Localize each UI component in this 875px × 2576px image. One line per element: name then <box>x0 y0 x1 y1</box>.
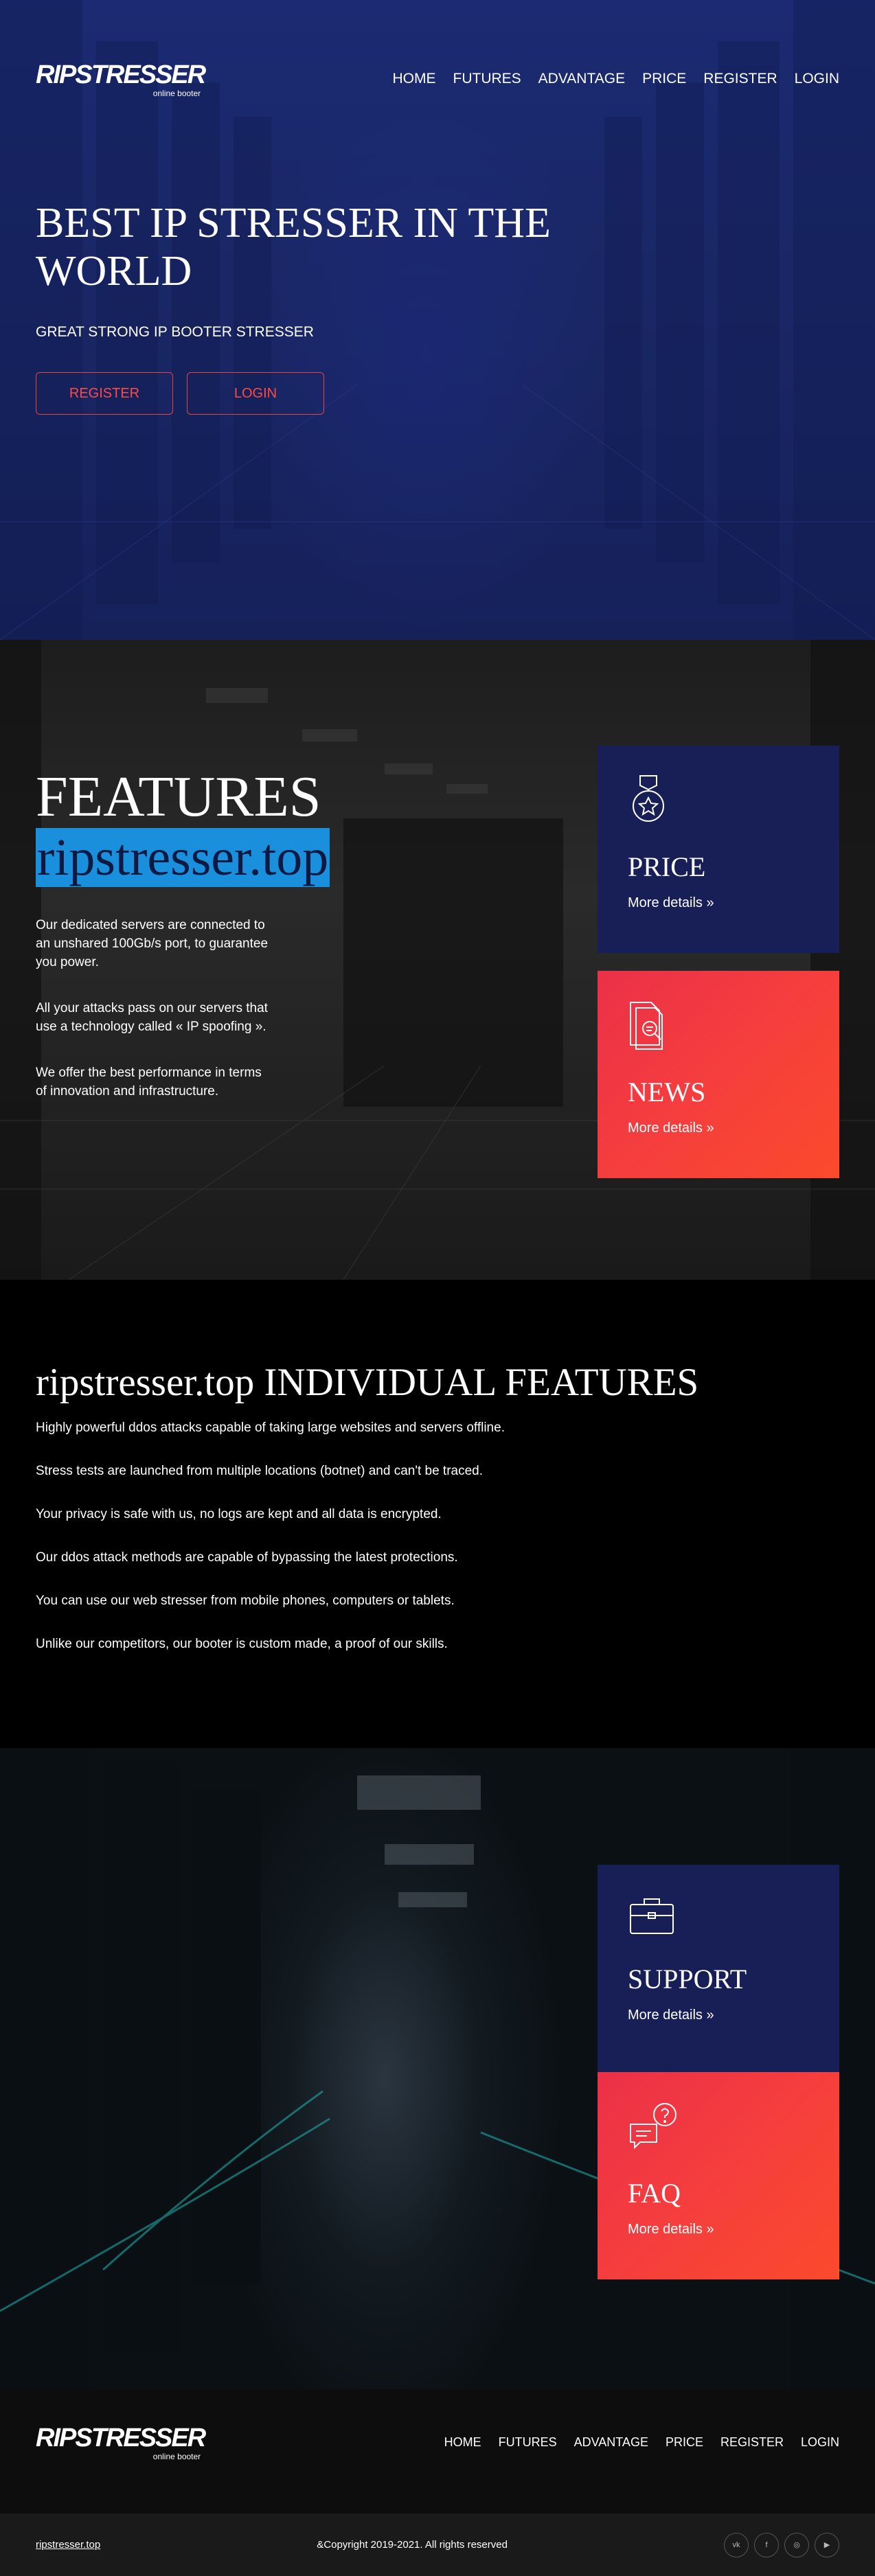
top-navigation: RIPSTRESSER online booter HOME FUTURES A… <box>0 0 875 158</box>
features-section: FEATURES ripstresser.top Our dedicated s… <box>0 640 875 1280</box>
list-item: Highly powerful ddos attacks capable of … <box>36 1421 505 1435</box>
faq-more-link[interactable]: More details » <box>628 2222 809 2238</box>
features-paragraph: We offer the best performance in terms o… <box>36 1066 262 1099</box>
list-item: Unlike our competitors, our booter is cu… <box>36 1637 448 1651</box>
document-search-icon <box>630 1002 663 1050</box>
logo-text: RIPSTRESSER <box>36 2424 206 2452</box>
briefcase-icon <box>630 1898 674 1934</box>
hero-title: BEST IP STRESSER IN THE WORLD <box>36 200 551 295</box>
support-more-link[interactable]: More details » <box>628 2008 809 2023</box>
features-paragraph: All your attacks pass on our servers tha… <box>36 1001 268 1034</box>
nav-home[interactable]: HOME <box>393 71 436 87</box>
support-section: SUPPORT More details » FAQ More details … <box>0 1748 875 2389</box>
site-link[interactable]: ripstresser.top <box>36 2539 100 2551</box>
footer-menu: HOME FUTURES ADVANTAGE PRICE REGISTER LO… <box>444 2435 839 2450</box>
faq-card-title: FAQ <box>628 2178 681 2209</box>
hero-content: BEST IP STRESSER IN THE WORLD GREAT STRO… <box>36 199 585 415</box>
hero-section: RIPSTRESSER online booter HOME FUTURES A… <box>0 0 875 640</box>
footer-row: RIPSTRESSER online booter HOME FUTURES A… <box>36 2424 839 2461</box>
nav-price[interactable]: PRICE <box>642 71 686 87</box>
features-domain-highlight: ripstresser.top <box>36 828 330 887</box>
hero-buttons: REGISTER LOGIN <box>36 372 585 415</box>
news-card[interactable]: NEWS More details » <box>598 971 839 1178</box>
copyright-text: &Copyright 2019-2021. All rights reserve… <box>317 2539 508 2551</box>
price-card[interactable]: PRICE More details » <box>598 746 839 953</box>
nav-register[interactable]: REGISTER <box>703 71 777 87</box>
individual-features-heading: ripstresser.top INDIVIDUAL FEATURES <box>36 1361 699 1404</box>
support-card[interactable]: SUPPORT More details » <box>598 1865 839 2072</box>
news-more-link[interactable]: More details » <box>628 1120 809 1136</box>
nav-advantage[interactable]: ADVANTAGE <box>538 71 625 87</box>
news-card-title: NEWS <box>628 1077 706 1107</box>
list-item: Your privacy is safe with us, no logs ar… <box>36 1507 442 1521</box>
footer-nav-advantage[interactable]: ADVANTAGE <box>574 2435 648 2450</box>
logo-tagline: online booter <box>152 2452 201 2461</box>
nav-futures[interactable]: FUTURES <box>453 71 521 87</box>
list-item: Our ddos attack methods are capable of b… <box>36 1550 458 1565</box>
list-item: Stress tests are launched from multiple … <box>36 1464 484 1478</box>
features-paragraph: Our dedicated servers are connected to a… <box>36 918 269 969</box>
award-badge-icon <box>633 775 664 822</box>
footer-nav-futures[interactable]: FUTURES <box>499 2435 557 2450</box>
social-links: vk f ◎ ▶ <box>724 2532 839 2557</box>
price-more-link[interactable]: More details » <box>628 895 809 911</box>
vk-icon[interactable]: vk <box>724 2532 749 2557</box>
chat-question-icon <box>630 2103 677 2150</box>
individual-features-list: Highly powerful ddos attacks capable of … <box>36 1420 839 1653</box>
footer-logo[interactable]: RIPSTRESSER online booter <box>36 2424 206 2461</box>
footer: RIPSTRESSER online booter HOME FUTURES A… <box>0 2389 875 2514</box>
support-card-title: SUPPORT <box>628 1964 747 1994</box>
hero-subtitle: GREAT STRONG IP BOOTER STRESSER <box>36 324 314 340</box>
features-heading: FEATURES <box>36 765 321 829</box>
logo[interactable]: RIPSTRESSER online booter <box>36 60 206 98</box>
footer-bottom-bar: ripstresser.top &Copyright 2019-2021. Al… <box>0 2514 875 2576</box>
logo-tagline: online booter <box>152 88 201 98</box>
youtube-icon[interactable]: ▶ <box>815 2532 839 2557</box>
list-item: You can use our web stresser from mobile… <box>36 1594 455 1608</box>
nav-login[interactable]: LOGIN <box>795 71 839 87</box>
price-card-title: PRICE <box>628 851 706 882</box>
facebook-icon[interactable]: f <box>754 2532 779 2557</box>
logo-text: RIPSTRESSER <box>36 60 206 89</box>
footer-nav-price[interactable]: PRICE <box>666 2435 703 2450</box>
faq-card[interactable]: FAQ More details » <box>598 2072 839 2279</box>
register-button[interactable]: REGISTER <box>36 372 173 415</box>
footer-nav-register[interactable]: REGISTER <box>720 2435 784 2450</box>
footer-nav-home[interactable]: HOME <box>444 2435 481 2450</box>
individual-features-section: ripstresser.top INDIVIDUAL FEATURES High… <box>0 1280 875 1748</box>
instagram-icon[interactable]: ◎ <box>784 2532 809 2557</box>
features-text: FEATURES ripstresser.top Our dedicated s… <box>36 765 330 1101</box>
footer-nav-login[interactable]: LOGIN <box>801 2435 839 2450</box>
login-button[interactable]: LOGIN <box>187 372 324 415</box>
main-menu: HOME FUTURES ADVANTAGE PRICE REGISTER LO… <box>393 71 840 87</box>
